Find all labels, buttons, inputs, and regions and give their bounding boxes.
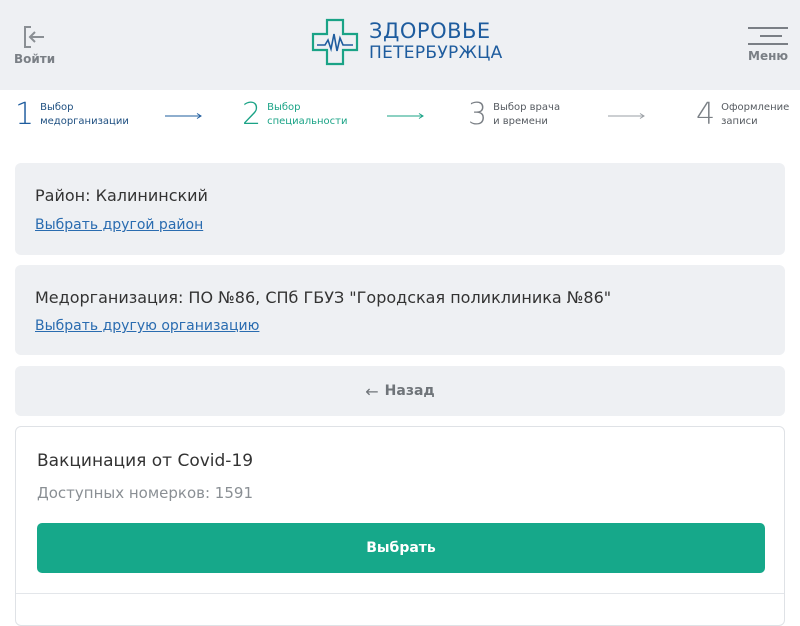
logo-line1: ЗДОРОВЬЕ: [369, 19, 491, 43]
login-button[interactable]: Войти: [14, 24, 56, 66]
step-label-line1: Оформление: [721, 102, 790, 113]
step-arrow-icon: [608, 113, 646, 119]
step-number: 2: [242, 97, 262, 132]
step-2: 2 Выбор специальности: [242, 100, 347, 130]
medical-cross-logo-icon: [311, 18, 359, 66]
available-slots: Доступных номерков: 1591: [37, 484, 253, 502]
step-number: 1: [15, 97, 35, 132]
step-arrow-icon: [387, 113, 425, 119]
menu-button[interactable]: Меню: [748, 27, 788, 63]
change-organization-link[interactable]: Выбрать другую организацию: [35, 318, 259, 334]
menu-label: Меню: [748, 49, 789, 63]
organization-title: Медорганизация: ПО №86, СПб ГБУЗ "Городс…: [35, 288, 612, 307]
step-arrow-icon: [165, 113, 203, 119]
step-label-line1: Выбор: [267, 102, 301, 113]
arrow-left-icon: ←: [365, 381, 379, 401]
step-label-line2: специальности: [267, 116, 348, 127]
step-4: 4 Оформление записи: [696, 100, 789, 130]
step-number: 3: [468, 97, 488, 132]
step-3: 3 Выбор врача и времени: [468, 100, 560, 130]
step-number: 4: [696, 97, 716, 132]
step-label-line2: и времени: [493, 116, 548, 127]
service-name: Вакцинация от Covid-19: [37, 451, 254, 471]
login-label: Войти: [14, 52, 56, 66]
service-card: Вакцинация от Covid-19 Доступных номерко…: [15, 426, 785, 626]
back-label: Назад: [384, 383, 435, 399]
district-card: Район: Калининский Выбрать другой район: [15, 163, 785, 255]
header: Войти ЗДОРОВЬЕ ПЕТЕРБУРЖЦА Меню: [0, 0, 800, 90]
divider: [16, 593, 784, 594]
login-icon: [24, 26, 44, 48]
logo-line2: ПЕТЕРБУРЖЦА: [369, 43, 503, 63]
district-title: Район: Калининский: [35, 186, 208, 205]
select-button[interactable]: Выбрать: [37, 523, 765, 573]
step-1: 1 Выбор медорганизации: [15, 100, 129, 130]
step-label-line2: записи: [721, 116, 758, 127]
organization-card: Медорганизация: ПО №86, СПб ГБУЗ "Городс…: [15, 265, 785, 355]
step-label-line2: медорганизации: [40, 116, 129, 127]
step-label-line1: Выбор: [40, 102, 74, 113]
hamburger-icon: [748, 27, 788, 45]
change-district-link[interactable]: Выбрать другой район: [35, 217, 203, 233]
steps-progress: 1 Выбор медорганизации 2 Выбор специальн…: [0, 90, 800, 148]
step-label-line1: Выбор врача: [493, 102, 561, 113]
back-button[interactable]: ← Назад: [15, 366, 785, 416]
logo[interactable]: ЗДОРОВЬЕ ПЕТЕРБУРЖЦА: [311, 18, 503, 66]
